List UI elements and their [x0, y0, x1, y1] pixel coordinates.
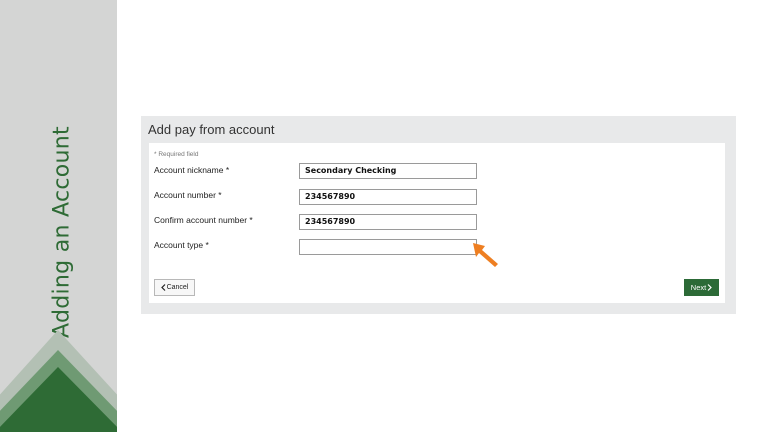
sidebar-title: Adding an Account	[49, 126, 75, 338]
next-button-label: Next	[690, 283, 707, 292]
form-card: * Required field Account nickname * Seco…	[149, 143, 725, 303]
account-number-input[interactable]: 234567890	[299, 189, 477, 205]
account-type-label: Account type *	[154, 240, 209, 250]
pointer-cursor-icon	[473, 243, 498, 267]
panel-title: Add pay from account	[148, 122, 275, 137]
next-button[interactable]: Next	[684, 279, 719, 296]
confirm-account-number-input[interactable]: 234567890	[299, 214, 477, 230]
account-nickname-label: Account nickname *	[154, 165, 230, 175]
confirm-account-number-label: Confirm account number *	[154, 215, 253, 225]
cancel-button-label: Cancel	[166, 284, 189, 291]
account-number-label: Account number *	[154, 190, 222, 200]
cancel-button[interactable]: Cancel	[154, 279, 195, 296]
chevron-right-icon	[707, 284, 713, 291]
chevron-decoration-icon	[0, 330, 117, 432]
chevron-left-icon	[160, 284, 166, 291]
sidebar: Adding an Account	[0, 0, 117, 432]
add-account-panel: Add pay from account * Required field Ac…	[141, 116, 736, 314]
account-type-select[interactable]	[299, 239, 477, 255]
account-nickname-input[interactable]: Secondary Checking	[299, 163, 477, 179]
required-field-note: * Required field	[154, 151, 199, 158]
